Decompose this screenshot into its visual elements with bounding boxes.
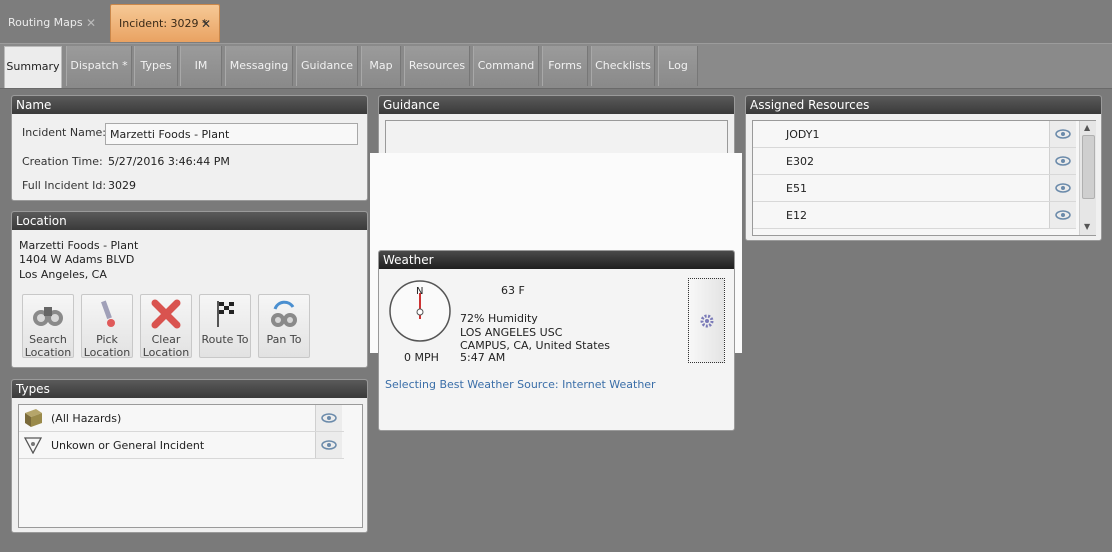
tab-map[interactable]: Map: [361, 46, 401, 86]
assigned-resources-panel: Assigned Resources JODY1 E302 E51 E12 ▲ …: [745, 95, 1102, 241]
panel-title: Location: [12, 212, 367, 230]
panel-title: Weather: [379, 251, 734, 269]
types-panel: Types (All Hazards) Unkown or General In…: [11, 379, 368, 533]
binoculars-icon: [23, 299, 73, 333]
temperature: 63 F: [501, 284, 525, 297]
station-line-1: LOS ANGELES USC: [460, 326, 563, 339]
list-item[interactable]: Unkown or General Incident: [19, 432, 344, 459]
table-row[interactable]: E51: [753, 175, 1076, 202]
full-id-label: Full Incident Id:: [22, 179, 107, 192]
creation-time-label: Creation Time:: [22, 155, 103, 168]
table-row[interactable]: E12: [753, 202, 1076, 229]
location-panel: Location Marzetti Foods - Plant 1404 W A…: [11, 211, 368, 368]
name-panel: Name Incident Name: Marzetti Foods - Pla…: [11, 95, 368, 201]
type-label: (All Hazards): [51, 412, 122, 425]
tab-log[interactable]: Log: [658, 46, 698, 86]
resource-name: E302: [786, 155, 814, 168]
tab-forms[interactable]: Forms: [542, 46, 588, 86]
tab-summary[interactable]: Summary: [4, 46, 62, 88]
book-icon: [22, 408, 44, 431]
eye-icon[interactable]: [315, 432, 342, 458]
location-line-2: 1404 W Adams BLVD: [19, 253, 135, 266]
wind-speed: 0 MPH: [404, 351, 439, 364]
button-label: Location: [24, 346, 72, 359]
resources-list: JODY1 E302 E51 E12 ▲ ▼: [752, 120, 1096, 236]
resource-name: JODY1: [786, 128, 820, 141]
weather-panel: Weather N 0 MPH 63 F 72% Humidity LOS AN…: [378, 250, 735, 431]
button-label: Clear: [151, 333, 181, 346]
doc-tab-label: Routing Maps: [8, 16, 83, 29]
tab-guidance[interactable]: Guidance: [296, 46, 358, 86]
table-row[interactable]: JODY1: [753, 121, 1076, 148]
tab-types[interactable]: Types: [134, 46, 178, 86]
panel-title: Name: [12, 96, 367, 114]
doc-tab-routing-maps[interactable]: Routing Maps ✕: [0, 4, 104, 42]
triangle-badge-icon: [23, 436, 43, 457]
clear-location-button[interactable]: Clear Location: [140, 294, 192, 359]
doc-tab-incident[interactable]: Incident: 3029 * ✕: [110, 4, 220, 42]
route-to-button[interactable]: Route To: [199, 294, 251, 358]
tab-dispatch[interactable]: Dispatch *: [66, 46, 132, 86]
tab-messaging[interactable]: Messaging: [225, 46, 293, 86]
section-tab-bar: Summary Dispatch * Types IM Messaging Gu…: [0, 43, 1112, 89]
eye-icon[interactable]: [1049, 175, 1076, 201]
close-icon[interactable]: ✕: [86, 4, 96, 42]
list-item[interactable]: (All Hazards): [19, 405, 344, 432]
table-row[interactable]: E302: [753, 148, 1076, 175]
button-label: Route To: [201, 333, 249, 346]
close-icon[interactable]: ✕: [201, 5, 211, 43]
observation-time: 5:47 AM: [460, 351, 506, 364]
panel-title: Assigned Resources: [746, 96, 1101, 114]
resource-name: E12: [786, 209, 807, 222]
vertical-scrollbar[interactable]: ▲ ▼: [1079, 121, 1096, 235]
tab-resources[interactable]: Resources: [404, 46, 470, 86]
types-list: (All Hazards) Unkown or General Incident: [18, 404, 363, 528]
button-label: Pan To: [266, 333, 302, 346]
compass-letter: N: [416, 286, 424, 297]
eye-icon[interactable]: [1049, 121, 1076, 147]
gear-icon: [699, 313, 715, 332]
tab-checklists[interactable]: Checklists: [591, 46, 655, 86]
checkered-flag-icon: [200, 299, 250, 333]
type-label: Unkown or General Incident: [51, 439, 205, 452]
scroll-down-icon[interactable]: ▼: [1084, 222, 1090, 231]
weather-settings-button[interactable]: [688, 278, 725, 363]
full-id-value: 3029: [108, 179, 136, 192]
button-label: Search: [29, 333, 67, 346]
clear-x-icon: [141, 299, 191, 333]
pan-to-button[interactable]: Pan To: [258, 294, 310, 358]
scrollbar-thumb[interactable]: [1082, 135, 1095, 199]
document-tab-strip: Routing Maps ✕ Incident: 3029 * ✕: [0, 0, 1112, 43]
tab-im[interactable]: IM: [180, 46, 222, 86]
button-label: Pick: [96, 333, 118, 346]
doc-tab-label: Incident: 3029 *: [119, 17, 208, 30]
pan-binoculars-icon: [259, 299, 309, 333]
location-line-1: Marzetti Foods - Plant: [19, 239, 139, 252]
panel-title: Guidance: [379, 96, 734, 114]
humidity: 72% Humidity: [460, 312, 538, 325]
creation-time-value: 5/27/2016 3:46:44 PM: [108, 155, 230, 168]
weather-source-link[interactable]: Selecting Best Weather Source: Internet …: [385, 378, 656, 391]
button-label: Location: [142, 346, 190, 359]
eye-icon[interactable]: [1049, 148, 1076, 174]
eye-icon[interactable]: [315, 405, 342, 431]
incident-name-label: Incident Name:: [22, 126, 107, 139]
resource-name: E51: [786, 182, 807, 195]
search-location-button[interactable]: Search Location: [22, 294, 74, 359]
incident-name-input[interactable]: Marzetti Foods - Plant: [105, 123, 358, 145]
location-line-3: Los Angeles, CA: [19, 268, 107, 281]
pick-pin-icon: [82, 299, 132, 333]
eye-icon[interactable]: [1049, 202, 1076, 228]
pick-location-button[interactable]: Pick Location: [81, 294, 133, 359]
tab-command[interactable]: Command: [473, 46, 539, 86]
button-label: Location: [83, 346, 131, 359]
scroll-up-icon[interactable]: ▲: [1084, 123, 1090, 132]
panel-title: Types: [12, 380, 367, 398]
